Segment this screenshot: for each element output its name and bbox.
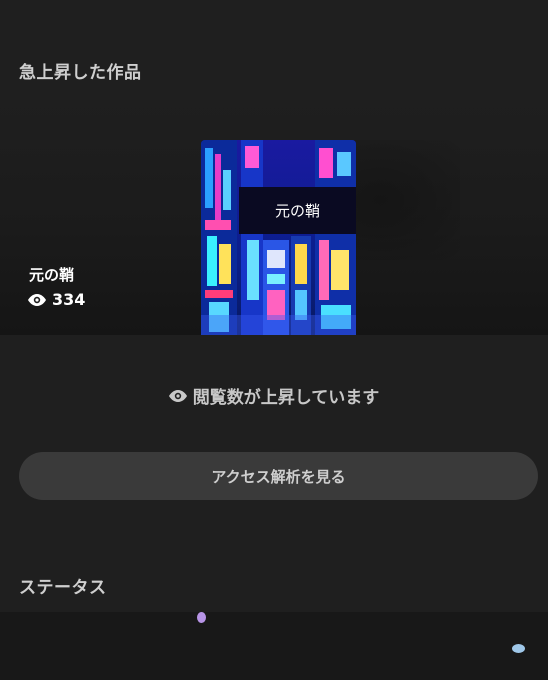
eye-icon	[168, 389, 187, 402]
work-title[interactable]: 元の鞘	[29, 264, 74, 285]
view-count-value: 334	[52, 290, 86, 309]
view-analytics-button[interactable]: アクセス解析を見る	[19, 452, 538, 500]
decorative-dot	[197, 612, 206, 623]
rising-works-heading: 急上昇した作品	[19, 63, 142, 83]
view-count: 334	[28, 290, 85, 309]
status-panel	[0, 612, 548, 680]
rising-work-card[interactable]: 元の鞘 334 元の鞘	[0, 100, 548, 335]
decorative-dot	[512, 644, 525, 653]
rising-note: 閲覧数が上昇しています	[0, 383, 548, 408]
work-cover-image[interactable]: 元の鞘	[201, 140, 356, 335]
rising-note-text: 閲覧数が上昇しています	[192, 388, 380, 408]
cover-title-band: 元の鞘	[239, 187, 356, 234]
neon-city-illustration	[201, 140, 356, 335]
eye-icon	[28, 293, 46, 306]
status-heading: ステータス	[19, 578, 107, 598]
